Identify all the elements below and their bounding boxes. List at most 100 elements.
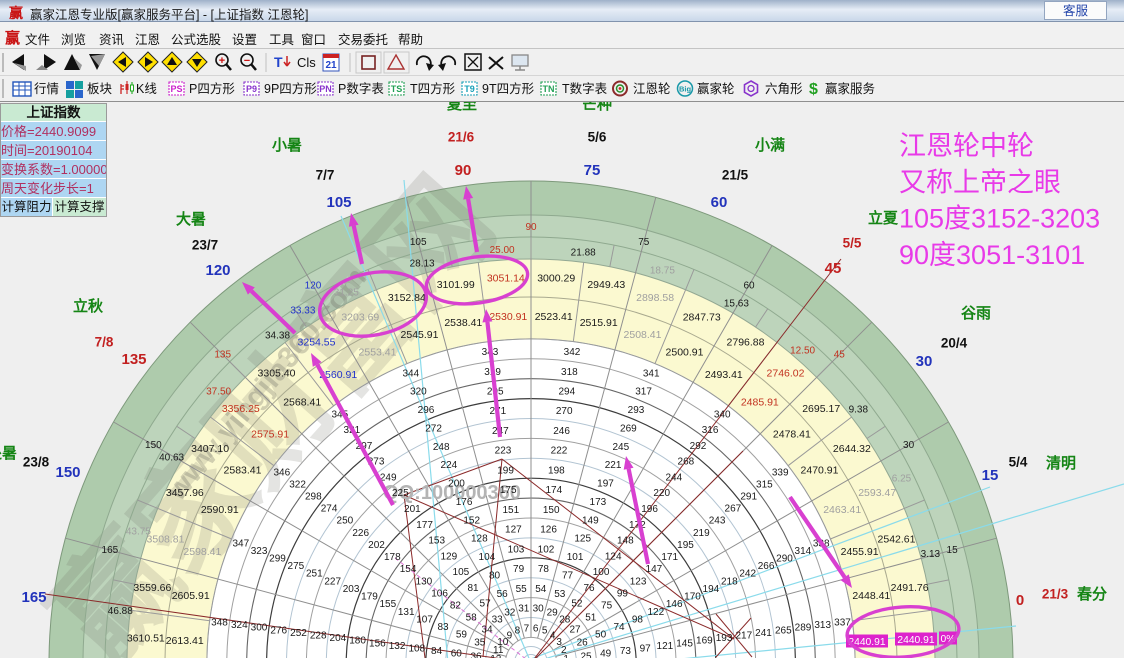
svg-text:34: 34 bbox=[481, 625, 493, 636]
svg-text:103: 103 bbox=[508, 544, 525, 555]
svg-text:54: 54 bbox=[535, 584, 547, 595]
svg-text:218: 218 bbox=[721, 576, 738, 587]
svg-text:57: 57 bbox=[480, 599, 492, 610]
svg-text:2545.91: 2545.91 bbox=[401, 329, 439, 341]
svg-text:32: 32 bbox=[504, 607, 516, 618]
svg-text:150: 150 bbox=[55, 464, 80, 481]
svg-text:2491.76: 2491.76 bbox=[891, 582, 929, 594]
svg-text:25: 25 bbox=[580, 651, 592, 658]
svg-text:81: 81 bbox=[467, 583, 479, 594]
svg-text:小暑: 小暑 bbox=[272, 136, 302, 154]
svg-text:赢家服务: 赢家服务 bbox=[825, 81, 875, 96]
svg-text:313: 313 bbox=[814, 620, 831, 631]
svg-text:30: 30 bbox=[533, 604, 545, 615]
svg-text:74: 74 bbox=[613, 622, 625, 633]
svg-text:267: 267 bbox=[725, 504, 742, 515]
svg-text:12: 12 bbox=[490, 654, 502, 658]
svg-text:176: 176 bbox=[456, 497, 473, 508]
svg-text:121: 121 bbox=[657, 641, 674, 652]
svg-text:178: 178 bbox=[384, 552, 401, 563]
svg-text:126: 126 bbox=[540, 525, 557, 536]
svg-text:45: 45 bbox=[825, 260, 842, 277]
svg-text:2796.88: 2796.88 bbox=[727, 337, 765, 349]
svg-text:97: 97 bbox=[640, 644, 652, 655]
svg-text:294: 294 bbox=[558, 387, 575, 398]
svg-text:2746.02: 2746.02 bbox=[767, 367, 805, 379]
svg-text:90: 90 bbox=[455, 162, 472, 179]
svg-text:T9: T9 bbox=[464, 84, 475, 94]
svg-text:5: 5 bbox=[542, 626, 548, 637]
svg-text:149: 149 bbox=[582, 515, 599, 526]
svg-text:30: 30 bbox=[916, 353, 933, 370]
svg-text:60: 60 bbox=[451, 649, 463, 658]
svg-text:板块: 板块 bbox=[87, 82, 113, 96]
svg-text:220: 220 bbox=[653, 488, 670, 499]
svg-text:3: 3 bbox=[556, 637, 562, 648]
svg-text:224: 224 bbox=[441, 460, 458, 471]
svg-text:2613.41: 2613.41 bbox=[166, 635, 204, 647]
svg-text:252: 252 bbox=[290, 628, 307, 639]
svg-text:323: 323 bbox=[251, 546, 268, 557]
svg-text:15: 15 bbox=[982, 467, 999, 484]
svg-text:316: 316 bbox=[702, 425, 719, 436]
svg-text:3051.14: 3051.14 bbox=[487, 272, 525, 284]
svg-text:25.00: 25.00 bbox=[490, 245, 515, 256]
svg-text:83: 83 bbox=[437, 622, 449, 633]
svg-text:21/3: 21/3 bbox=[1042, 587, 1069, 602]
svg-text:198: 198 bbox=[548, 465, 565, 476]
svg-text:135: 135 bbox=[214, 350, 231, 361]
svg-text:60: 60 bbox=[711, 194, 728, 211]
svg-text:246: 246 bbox=[553, 426, 570, 437]
svg-text:33.33: 33.33 bbox=[290, 305, 315, 316]
svg-text:222: 222 bbox=[551, 446, 568, 457]
svg-text:PS: PS bbox=[170, 84, 182, 94]
svg-text:148: 148 bbox=[617, 536, 634, 547]
svg-text:P数字表: P数字表 bbox=[338, 81, 384, 96]
svg-text:105: 105 bbox=[453, 567, 470, 578]
svg-text:7/8: 7/8 bbox=[95, 335, 114, 350]
svg-text:344: 344 bbox=[402, 368, 419, 379]
svg-text:谷雨: 谷雨 bbox=[961, 305, 991, 322]
svg-text:21.88: 21.88 bbox=[571, 247, 596, 258]
svg-text:23/8: 23/8 bbox=[23, 455, 50, 470]
svg-text:56: 56 bbox=[497, 589, 509, 600]
svg-text:299: 299 bbox=[269, 554, 286, 565]
svg-text:322: 322 bbox=[289, 479, 306, 490]
svg-text:347: 347 bbox=[232, 538, 249, 549]
svg-text:2530.91: 2530.91 bbox=[489, 311, 527, 323]
svg-text:244: 244 bbox=[665, 472, 682, 483]
svg-text:9.38: 9.38 bbox=[849, 405, 869, 416]
svg-text:45: 45 bbox=[834, 350, 846, 361]
svg-text:2847.73: 2847.73 bbox=[683, 311, 721, 323]
svg-text:30: 30 bbox=[903, 440, 915, 451]
svg-text:245: 245 bbox=[612, 442, 629, 453]
svg-text:145: 145 bbox=[676, 638, 693, 649]
svg-text:173: 173 bbox=[590, 497, 607, 508]
svg-text:179: 179 bbox=[361, 592, 378, 603]
svg-text:129: 129 bbox=[440, 551, 457, 562]
svg-text:153: 153 bbox=[428, 536, 445, 547]
svg-text:9P四方形: 9P四方形 bbox=[264, 81, 317, 96]
svg-text:TN: TN bbox=[543, 84, 555, 94]
svg-text:Big: Big bbox=[679, 85, 692, 94]
svg-text:147: 147 bbox=[646, 564, 663, 575]
svg-text:52: 52 bbox=[571, 599, 583, 610]
svg-text:58: 58 bbox=[466, 613, 478, 624]
svg-text:P9: P9 bbox=[246, 84, 257, 94]
svg-text:131: 131 bbox=[398, 607, 415, 618]
svg-text:3457.96: 3457.96 bbox=[166, 487, 204, 499]
svg-text:165: 165 bbox=[21, 589, 46, 606]
svg-text:28.13: 28.13 bbox=[410, 259, 435, 270]
svg-text:59: 59 bbox=[456, 630, 468, 641]
svg-text:201: 201 bbox=[404, 504, 421, 515]
svg-text:2898.58: 2898.58 bbox=[636, 292, 674, 304]
svg-text:6.25: 6.25 bbox=[892, 473, 912, 484]
svg-text:150: 150 bbox=[145, 440, 162, 451]
svg-text:203: 203 bbox=[343, 584, 360, 595]
svg-text:76: 76 bbox=[583, 583, 595, 594]
svg-text:130: 130 bbox=[416, 576, 433, 587]
svg-text:268: 268 bbox=[678, 457, 695, 468]
svg-text:P四方形: P四方形 bbox=[189, 81, 235, 96]
svg-text:128: 128 bbox=[471, 534, 488, 545]
svg-text:K线: K线 bbox=[136, 82, 157, 96]
